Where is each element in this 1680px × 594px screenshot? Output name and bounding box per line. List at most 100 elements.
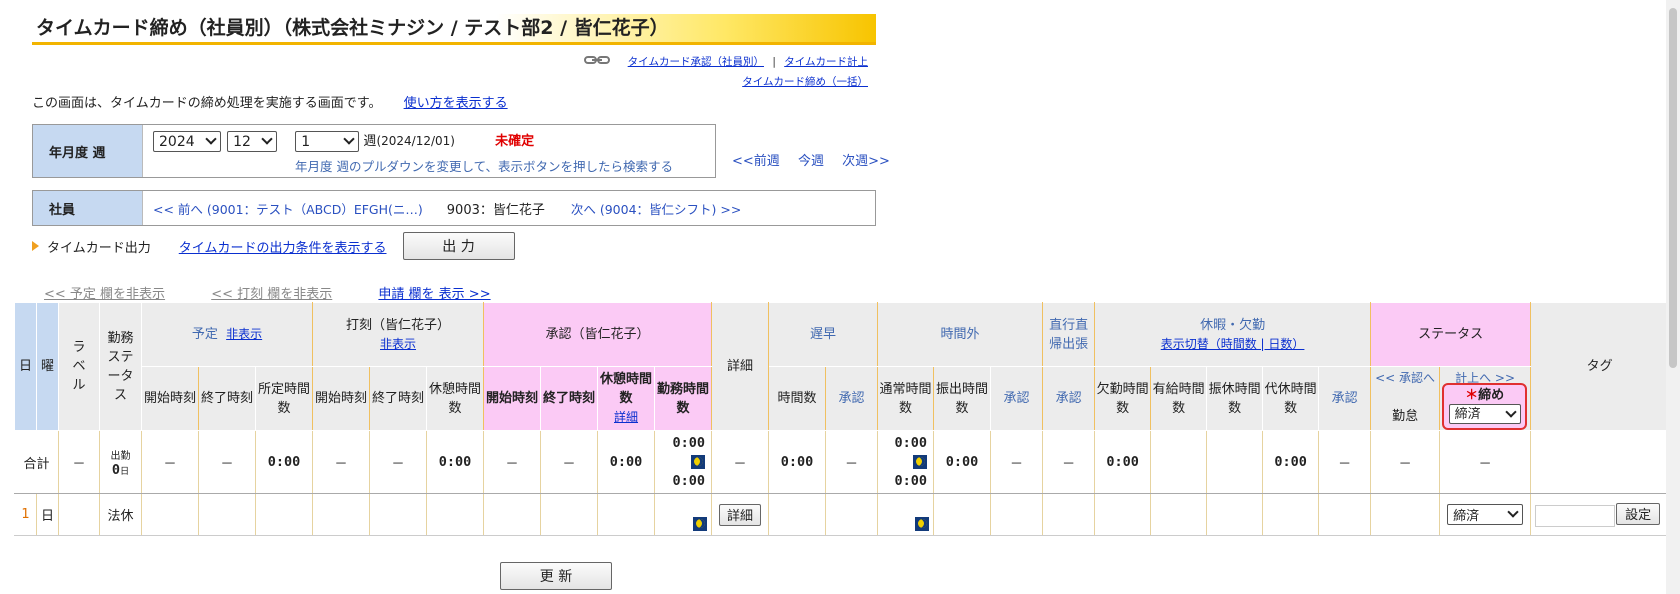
page-title: タイムカード締め（社員別）（株式会社ミナジン / テスト部2 / 皆仁花子） — [32, 14, 876, 42]
summary-approval-start: － — [483, 430, 542, 494]
column-toggles: << 予定 欄を非表示 << 打刻 欄を非表示 申請 欄を 表示 >> — [44, 283, 491, 302]
summary-overtime-transfer: 0:00 — [933, 430, 992, 494]
stamp-hide-link[interactable]: 非表示 — [380, 337, 416, 351]
current-employee: 9003：皆仁花子 — [446, 202, 545, 218]
week-select[interactable]: 1 — [295, 131, 360, 152]
late-hours-header: 時間数 — [768, 366, 827, 431]
update-button[interactable]: 更 新 — [500, 562, 612, 590]
scrollbar[interactable] — [1666, 0, 1680, 594]
stamp-break-header: 休憩時間数 — [425, 366, 485, 431]
leave-header-label: 休暇・欠勤 — [1200, 317, 1266, 333]
summary-plan-end: － — [198, 430, 256, 494]
row-compensatory — [1206, 493, 1264, 536]
row-approval-work — [654, 493, 713, 536]
stamp-start-header: 開始時刻 — [312, 366, 370, 431]
plan-start-header: 開始時刻 — [141, 366, 199, 431]
period-label: 年月度 週 — [33, 125, 143, 177]
summary-approval-end: － — [540, 430, 599, 494]
plan-end-header: 終了時刻 — [198, 366, 256, 431]
summary-overtime-normal: 0:00 0:00 — [877, 430, 935, 494]
row-label — [58, 493, 100, 536]
summary-late-hours: 0:00 — [768, 430, 827, 494]
timecard-table: 日 曜 ラベル 勤務ステータス 予定 非表示 打刻（皆仁花子） 非表示 承認（皆仁… — [14, 302, 1670, 536]
period-hint: 年月度 週のプルダウンを変更して、表示ボタンを押したら検索する — [295, 159, 673, 174]
row-stamp-break — [425, 493, 485, 536]
this-week-link[interactable]: 今週 — [798, 154, 824, 169]
status-attendance-header: << 承認へ 勤怠 — [1370, 366, 1441, 431]
col-stamp: 打刻（皆仁花子） 非表示 — [311, 302, 485, 367]
plan-hide-link[interactable]: 非表示 — [226, 327, 262, 341]
summary-overtime-value: 0:00 — [894, 434, 928, 451]
row-overtime-normal — [877, 493, 935, 536]
summary-leave-approve: － — [1318, 430, 1372, 494]
row-weekday: 日 — [36, 493, 59, 536]
bulk-close-select[interactable]: 締済 — [1448, 404, 1521, 424]
chevron-down-icon — [1504, 405, 1517, 418]
summary-night-value: 0:00 — [672, 472, 706, 489]
employee-label: 社員 — [33, 191, 143, 225]
row-close-select[interactable]: 締済 — [1447, 504, 1524, 525]
overtime-transfer-header: 振出時間数 — [933, 366, 992, 431]
bulk-close-link[interactable]: タイムカード締め（一括） — [742, 76, 868, 88]
row-tag: 設定 — [1530, 493, 1670, 536]
month-select[interactable]: 12 — [227, 131, 278, 152]
scrollbar-thumb[interactable] — [1669, 8, 1677, 368]
period-box: 年月度 週 2024 12 1 週(2024/12/01) 未確定 年月度 週の… — [32, 124, 716, 178]
approval-break-header: 休憩時間数 詳細 — [597, 366, 656, 431]
col-label: ラベル — [58, 302, 100, 431]
col-weekday: 曜 — [36, 302, 59, 431]
tag-input[interactable] — [1535, 504, 1616, 527]
hide-stamp-toggle[interactable]: << 打刻 欄を非表示 — [211, 287, 332, 302]
next-week-link[interactable]: 次週>> — [842, 154, 890, 169]
to-approval-link[interactable]: << 承認へ — [1375, 371, 1435, 385]
night-moon-icon — [913, 455, 928, 469]
approval-end-header: 終了時刻 — [540, 366, 599, 431]
direct-approve-header: 承認 — [1042, 366, 1096, 431]
prev-week-link[interactable]: <<前週 — [732, 154, 780, 169]
summary-attendance: － — [1370, 430, 1441, 494]
show-request-toggle[interactable]: 申請 欄を 表示 >> — [378, 287, 490, 302]
leave-toggle-link[interactable]: 表示切替（時間数 | 日数） — [1161, 337, 1305, 351]
col-direct: 直行直帰出張 — [1042, 302, 1096, 367]
row-day: 1 — [14, 493, 37, 536]
summary-tag — [1530, 430, 1670, 494]
year-select[interactable]: 2024 — [153, 131, 221, 152]
col-detail: 詳細 — [711, 302, 770, 431]
row-stamp-start — [312, 493, 370, 536]
next-employee-link[interactable]: 次へ (9004：皆仁シフト) >> — [571, 199, 741, 218]
calc-link[interactable]: タイムカード計上 — [784, 56, 868, 68]
summary-substitute: 0:00 — [1262, 430, 1320, 494]
chevron-down-icon — [343, 133, 355, 145]
hide-plan-toggle[interactable]: << 予定 欄を非表示 — [44, 287, 165, 302]
summary-approval-break: 0:00 — [597, 430, 656, 494]
row-overtime-transfer — [933, 493, 992, 536]
row-late-approve — [825, 493, 879, 536]
leave-paid-header: 有給時間数 — [1150, 366, 1208, 431]
summary-plan-start: － — [141, 430, 199, 494]
summary-work-value: 0:00 — [672, 434, 706, 451]
top-links: タイムカード承認（社員別） | タイムカード計上 タイムカード締め（一括） — [584, 52, 868, 92]
tag-set-button[interactable]: 設定 — [1616, 502, 1661, 525]
row-substitute — [1262, 493, 1320, 536]
leave-approve-header: 承認 — [1318, 366, 1372, 431]
leave-compensatory-header: 振休時間数 — [1206, 366, 1264, 431]
output-button[interactable]: 出 力 — [402, 232, 515, 260]
col-approval: 承認（皆仁花子） — [483, 302, 713, 367]
row-overtime-approve — [990, 493, 1044, 536]
table-row: 1 日 法休 詳細 締済 設定 — [14, 493, 1670, 536]
col-day: 日 — [14, 302, 37, 431]
how-to-link[interactable]: 使い方を表示する — [404, 96, 508, 111]
output-condition-link[interactable]: タイムカードの出力条件を表示する — [179, 237, 387, 256]
break-detail-link[interactable]: 詳細 — [614, 410, 638, 424]
row-plan-start — [141, 493, 199, 536]
employee-box: 社員 << 前へ (9001：テスト（ABCD）EFGH(ニ…) 9003：皆仁… — [32, 190, 876, 226]
required-mark: ＊ — [1465, 388, 1479, 403]
row-detail-button[interactable]: 詳細 — [719, 503, 762, 526]
approval-link[interactable]: タイムカード承認（社員別） — [628, 56, 764, 68]
summary-label-dash: － — [58, 430, 100, 494]
row-stamp-end — [369, 493, 427, 536]
row-leave-approve — [1318, 493, 1372, 536]
prev-employee-link[interactable]: << 前へ (9001：テスト（ABCD）EFGH(ニ…) — [153, 199, 423, 218]
summary-label: 合計 — [14, 430, 59, 494]
triangle-bullet-icon — [32, 241, 39, 251]
